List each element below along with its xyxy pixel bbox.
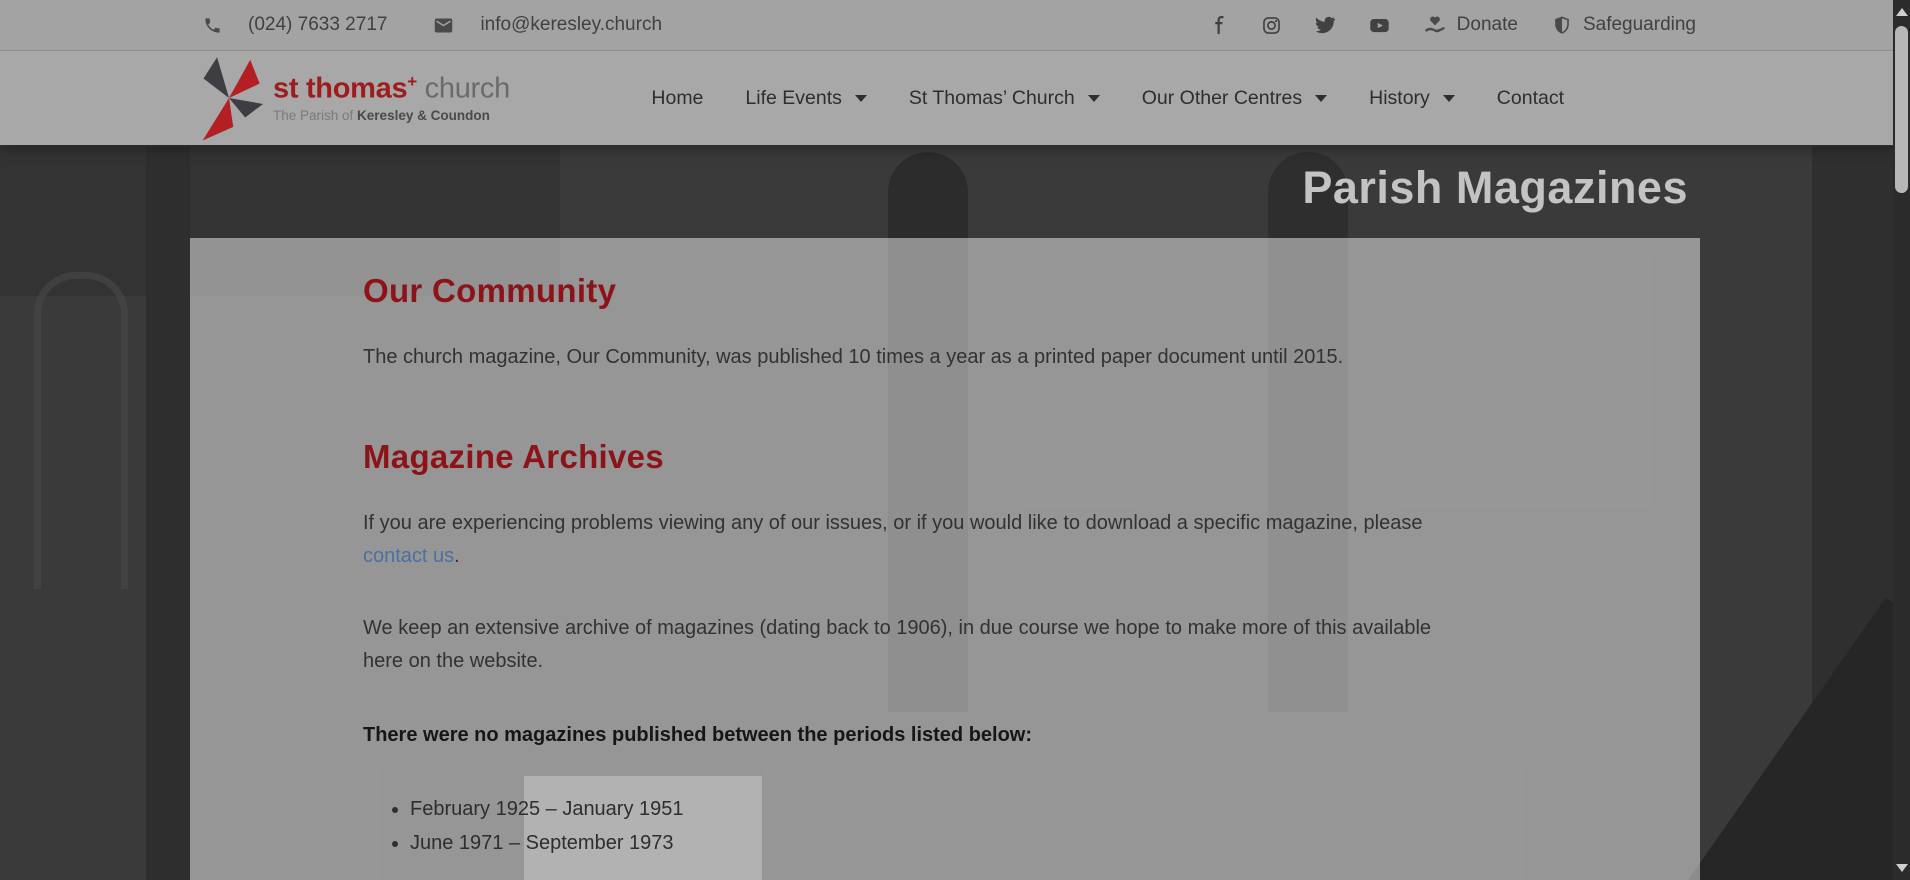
main-navbar: st thomas+ church The Parish of Keresley…: [0, 51, 1893, 145]
nav-label: Home: [651, 87, 703, 110]
nav-label: Our Other Centres: [1142, 87, 1302, 110]
phone-link[interactable]: (024) 7633 2717: [203, 14, 387, 36]
logo-plus: +: [407, 72, 417, 91]
phone-number: (024) 7633 2717: [248, 14, 387, 36]
youtube-icon[interactable]: [1369, 15, 1390, 36]
nav-item-st-thomas-church[interactable]: St Thomas’ Church: [909, 87, 1100, 110]
hand-holding-heart-icon: [1424, 14, 1446, 36]
page: (024) 7633 2717 info@keresley.church: [0, 0, 1910, 880]
list-item: June 1971 – September 1973: [410, 827, 1475, 861]
facebook-icon[interactable]: [1210, 16, 1228, 34]
logo-text: st thomas+ church The Parish of Keresley…: [273, 73, 510, 122]
logo-cross-icon: [195, 54, 263, 142]
chevron-down-icon: [855, 95, 867, 102]
scrollbar-thumb[interactable]: [1895, 26, 1908, 193]
bg-pillar: [146, 146, 190, 880]
twitter-icon[interactable]: [1315, 15, 1335, 35]
logo-name: st thomas: [273, 73, 407, 105]
paragraph-no-magazines-note: There were no magazines published betwee…: [363, 719, 1475, 752]
donate-label: Donate: [1457, 14, 1518, 36]
instagram-icon[interactable]: [1262, 16, 1281, 35]
paragraph-text: If you are experiencing problems viewing…: [363, 512, 1422, 534]
chevron-down-icon: [1443, 95, 1455, 102]
site-logo[interactable]: st thomas+ church The Parish of Keresley…: [195, 54, 510, 142]
logo-church: church: [417, 73, 510, 105]
chevron-down-icon: [1088, 95, 1100, 102]
list-item: February 1925 – January 1951: [410, 793, 1475, 827]
content-panel: Our Community The church magazine, Our C…: [190, 238, 1700, 880]
section-heading-our-community: Our Community: [363, 272, 1475, 310]
top-utility-bar: (024) 7633 2717 info@keresley.church: [0, 0, 1893, 51]
gap-periods-list: February 1925 – January 1951 June 1971 –…: [363, 793, 1475, 860]
email-link[interactable]: info@keresley.church: [433, 14, 662, 36]
envelope-icon: [433, 15, 454, 36]
logo-tagline-bold: Keresley & Coundon: [357, 108, 490, 123]
nav-label: St Thomas’ Church: [909, 87, 1075, 110]
nav-label: Contact: [1497, 87, 1564, 110]
nav-item-life-events[interactable]: Life Events: [745, 87, 866, 110]
scroll-down-button[interactable]: [1893, 859, 1910, 876]
nav-item-home[interactable]: Home: [651, 87, 703, 110]
phone-icon: [203, 16, 222, 35]
contact-us-link[interactable]: contact us: [363, 545, 454, 567]
scroll-up-button[interactable]: [1893, 3, 1910, 20]
paragraph-text: .: [454, 545, 460, 567]
paragraph-magazine-intro: The church magazine, Our Community, was …: [363, 341, 1475, 374]
nav-item-contact[interactable]: Contact: [1497, 87, 1564, 110]
site-header: (024) 7633 2717 info@keresley.church: [0, 0, 1893, 145]
vertical-scrollbar[interactable]: [1893, 0, 1910, 880]
nav-menu: Home Life Events St Thomas’ Church Our O…: [651, 87, 1564, 110]
nav-label: Life Events: [745, 87, 841, 110]
section-heading-magazine-archives: Magazine Archives: [363, 438, 1475, 476]
nav-item-history[interactable]: History: [1369, 87, 1455, 110]
safeguarding-label: Safeguarding: [1583, 14, 1696, 36]
paragraph-problems-viewing: If you are experiencing problems viewing…: [363, 507, 1475, 573]
page-title: Parish Magazines: [1302, 162, 1688, 214]
bg-arch-outline: [34, 272, 128, 589]
chevron-down-icon: [1315, 95, 1327, 102]
scroll-up-icon: [1896, 8, 1908, 16]
email-address: info@keresley.church: [480, 14, 662, 36]
safeguarding-link[interactable]: Safeguarding: [1552, 14, 1696, 36]
nav-item-our-other-centres[interactable]: Our Other Centres: [1142, 87, 1327, 110]
nav-label: History: [1369, 87, 1430, 110]
paragraph-archive-info: We keep an extensive archive of magazine…: [363, 612, 1475, 678]
donate-link[interactable]: Donate: [1424, 14, 1518, 36]
shield-icon: [1552, 14, 1572, 36]
scroll-down-icon: [1896, 864, 1908, 872]
logo-tagline-light: The Parish of: [273, 108, 357, 123]
